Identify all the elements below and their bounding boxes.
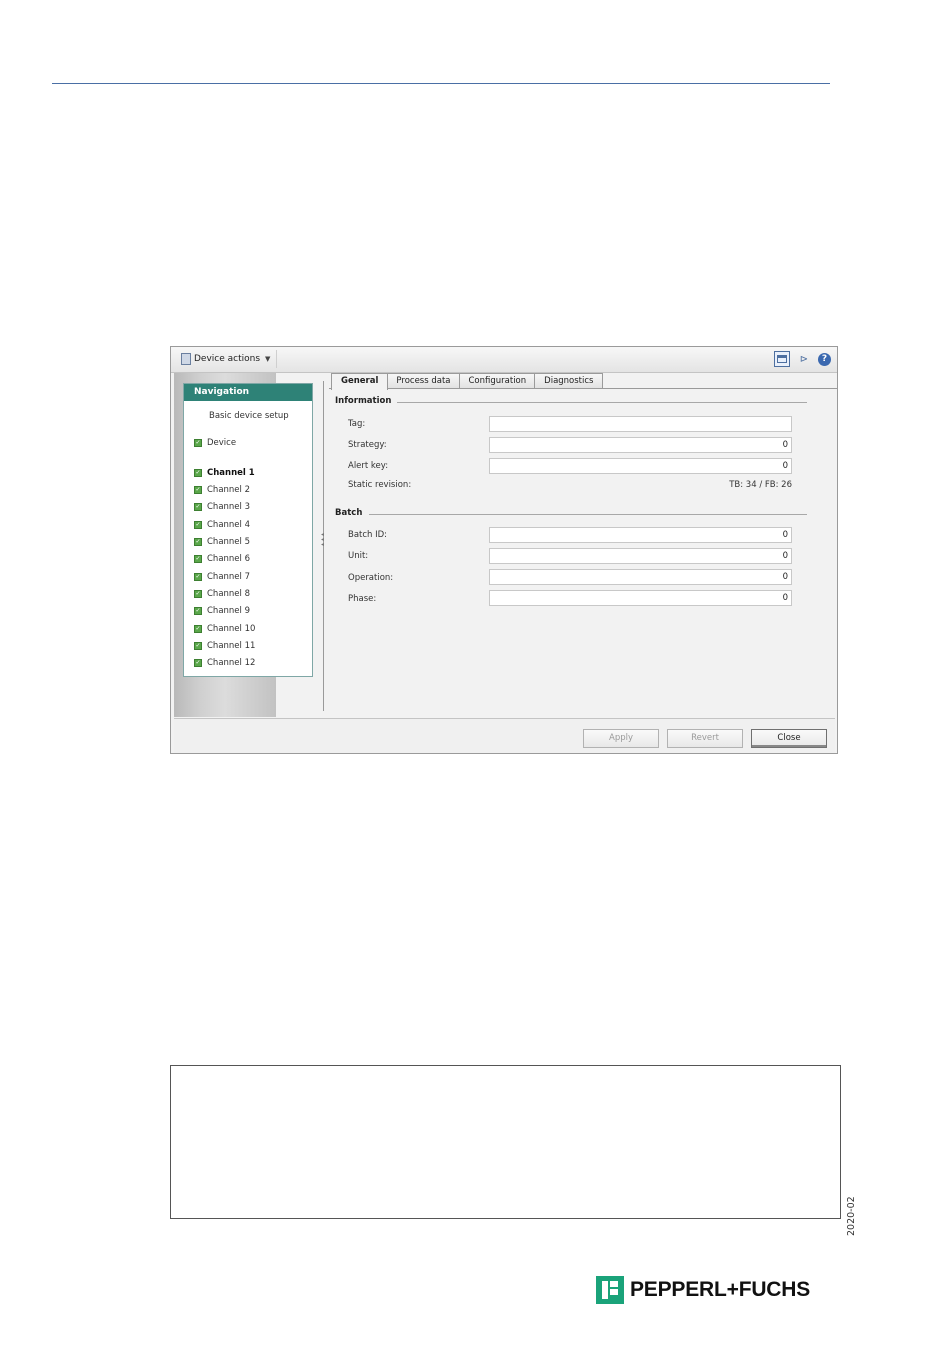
nav-item-label: Channel 2	[207, 485, 251, 495]
strategy-label: Strategy:	[348, 440, 387, 450]
section-divider	[397, 402, 807, 403]
close-button[interactable]: Close	[751, 729, 827, 748]
check-icon: ✓	[194, 486, 202, 494]
device-actions-menu[interactable]: Device actions ▼	[177, 350, 278, 368]
check-icon: ✓	[194, 538, 202, 546]
alert-key-field[interactable]: 0	[489, 458, 792, 474]
pin-icon[interactable]: ⊳	[796, 351, 812, 367]
tab-diagnostics[interactable]: Diagnostics	[534, 373, 604, 388]
pepperl-fuchs-logo-icon	[596, 1276, 624, 1304]
nav-item-channel-6[interactable]: ✓ Channel 6	[194, 554, 250, 564]
nav-item-label: Basic device setup	[209, 411, 289, 421]
operation-label: Operation:	[348, 573, 394, 583]
unit-label: Unit:	[348, 551, 369, 561]
check-icon: ✓	[194, 642, 202, 650]
check-icon: ✓	[194, 555, 202, 563]
check-icon: ✓	[194, 573, 202, 581]
nav-item-label: Channel 10	[207, 624, 256, 634]
nav-item-label: Channel 4	[207, 520, 251, 530]
check-icon: ✓	[194, 659, 202, 667]
check-icon: ✓	[194, 503, 202, 511]
batch-id-label: Batch ID:	[348, 530, 388, 540]
dialog-footer: Apply Revert Close	[174, 718, 835, 753]
check-icon: ✓	[194, 590, 202, 598]
check-icon: ✓	[194, 607, 202, 615]
device-icon	[181, 353, 191, 365]
check-icon: ✓	[194, 625, 202, 633]
note-box	[170, 1065, 841, 1219]
device-window: Device actions ▼ ⊳ ? Navigation Basic de…	[170, 346, 838, 754]
toolbar: Device actions ▼ ⊳ ?	[171, 347, 837, 373]
apply-button[interactable]: Apply	[583, 729, 659, 748]
nav-item-label: Channel 11	[207, 641, 256, 651]
section-divider	[369, 514, 807, 515]
document-id: 2020-02	[846, 1190, 860, 1236]
nav-item-channel-1[interactable]: ✓ Channel 1	[194, 468, 255, 478]
chevron-down-icon: ▼	[265, 355, 271, 363]
nav-item-label: Channel 7	[207, 572, 251, 582]
nav-item-label: Channel 8	[207, 589, 251, 599]
document-id-text: 2020-02	[846, 1196, 857, 1236]
phase-label: Phase:	[348, 594, 377, 604]
static-revision-label: Static revision:	[348, 480, 412, 490]
nav-item-channel-2[interactable]: ✓ Channel 2	[194, 485, 250, 495]
nav-item-label: Channel 9	[207, 606, 251, 616]
nav-item-label: Channel 5	[207, 537, 251, 547]
nav-item-device[interactable]: ✓ Device	[194, 438, 236, 448]
section-title-batch: Batch	[335, 508, 363, 518]
brand-logo: PEPPERL+FUCHS	[596, 1276, 810, 1304]
nav-item-channel-9[interactable]: ✓ Channel 9	[194, 606, 250, 616]
brand-name: PEPPERL+FUCHS	[630, 1278, 811, 1301]
nav-item-channel-12[interactable]: ✓ Channel 12	[194, 658, 255, 668]
strategy-field[interactable]: 0	[489, 437, 792, 453]
nav-item-label: Channel 3	[207, 502, 251, 512]
unit-field[interactable]: 0	[489, 548, 792, 564]
section-title-information: Information	[335, 396, 392, 406]
revert-button[interactable]: Revert	[667, 729, 743, 748]
check-icon: ✓	[194, 469, 202, 477]
batch-id-field[interactable]: 0	[489, 527, 792, 543]
help-icon[interactable]: ?	[818, 352, 831, 366]
device-actions-label: Device actions	[194, 354, 261, 364]
nav-item-channel-7[interactable]: ✓ Channel 7	[194, 572, 250, 582]
navigation-title: Navigation	[184, 384, 312, 401]
nav-item-channel-5[interactable]: ✓ Channel 5	[194, 537, 250, 547]
nav-item-label: Channel 12	[207, 658, 256, 668]
nav-item-channel-8[interactable]: ✓ Channel 8	[194, 589, 250, 599]
splitter-grip-icon[interactable]: ◂ ◂ ◂	[321, 532, 326, 556]
nav-item-channel-10[interactable]: ✓ Channel 10	[194, 624, 255, 634]
operation-field[interactable]: 0	[489, 569, 792, 585]
nav-item-label: Device	[207, 438, 237, 448]
nav-item-basic-setup[interactable]: Basic device setup	[209, 411, 289, 421]
navigation-panel: Navigation Basic device setup ✓ Device ✓…	[183, 383, 313, 677]
nav-item-channel-11[interactable]: ✓ Channel 11	[194, 641, 255, 651]
static-revision-value: TB: 34 / FB: 26	[729, 480, 792, 490]
window-icon[interactable]	[774, 351, 790, 367]
general-tab-content: Information Tag: Strategy: 0 Alert key: …	[331, 389, 837, 715]
tab-general[interactable]: General	[331, 373, 389, 390]
tab-configuration[interactable]: Configuration	[458, 373, 537, 388]
tag-label: Tag:	[348, 419, 366, 429]
nav-item-label: Channel 6	[207, 554, 251, 564]
check-icon: ✓	[194, 439, 202, 447]
alert-key-label: Alert key:	[348, 461, 389, 471]
nav-item-label: Channel 1	[207, 468, 255, 478]
check-icon: ✓	[194, 521, 202, 529]
nav-item-channel-4[interactable]: ✓ Channel 4	[194, 520, 250, 530]
nav-item-channel-3[interactable]: ✓ Channel 3	[194, 502, 250, 512]
tag-field[interactable]	[489, 416, 792, 432]
tab-bar: General Process data Configuration Diagn…	[331, 373, 604, 390]
tab-process-data[interactable]: Process data	[386, 373, 461, 388]
header-rule	[52, 83, 830, 84]
phase-field[interactable]: 0	[489, 590, 792, 606]
